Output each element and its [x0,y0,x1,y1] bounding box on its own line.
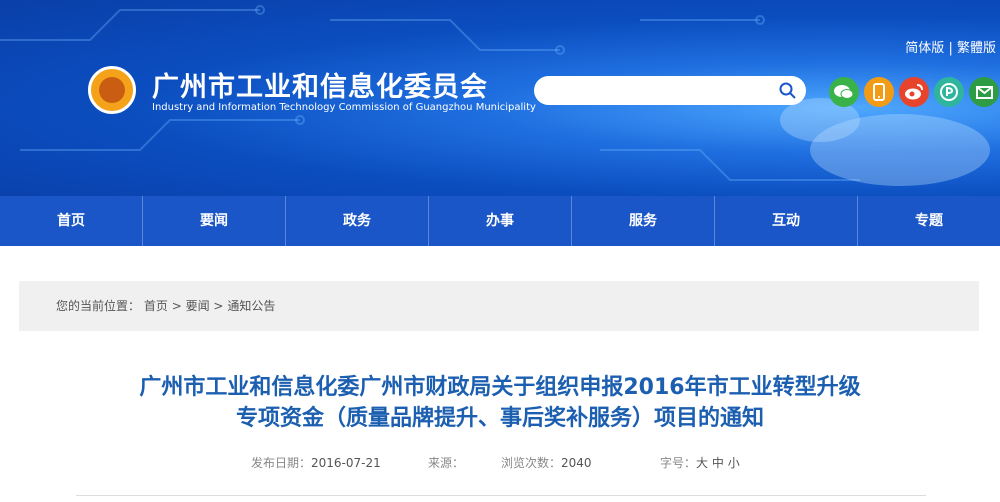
source-label: 来源： [428,456,465,470]
nav-item-services[interactable]: 服务 [572,196,715,246]
lang-simplified-link[interactable]: 简体版 [905,41,944,56]
nav-item-topics[interactable]: 专题 [858,196,1000,246]
font-size-large-link[interactable]: 大 [696,456,708,470]
lang-separator: | [948,41,953,56]
article-title-line-2: 专项资金（质量品牌提升、事后奖补服务）项目的通知 [235,406,764,431]
divider [76,495,926,496]
font-size-medium-link[interactable]: 中 [712,456,724,470]
article-title: 广州市工业和信息化委广州市财政局关于组织申报2016年市工业转型升级 专项资金（… [0,372,1000,434]
breadcrumb-separator: > [171,299,182,313]
view-count-value: 2040 [561,456,592,470]
font-size-switch: 字号：大 中 小 [660,454,740,471]
source: 来源： [428,454,464,471]
wechat-icon[interactable] [829,77,859,107]
font-size-small-link[interactable]: 小 [728,456,740,470]
font-size-label: 字号： [660,456,697,470]
breadcrumb: 您的当前位置： 首页 > 要闻 > 通知公告 [19,281,979,331]
view-count-label: 浏览次数： [501,456,562,470]
breadcrumb-prefix: 您的当前位置： [56,299,141,313]
weibo-icon[interactable] [899,77,929,107]
language-switch: 简体版 | 繁體版 [905,37,996,56]
search-box [534,76,806,105]
site-logo[interactable] [88,66,136,114]
article-title-line-1: 广州市工业和信息化委广州市财政局关于组织申报2016年市工业转型升级 [139,375,861,400]
breadcrumb-item-home[interactable]: 首页 [144,299,168,313]
share-icon[interactable] [934,77,964,107]
main-nav: 首页 要闻 政务 办事 服务 互动 专题 [0,196,1000,246]
nav-item-home[interactable]: 首页 [0,196,143,246]
site-title: 广州市工业和信息化委员会 [152,72,488,103]
publish-date: 发布日期：2016-07-21 [251,454,381,471]
nav-item-government-affairs[interactable]: 政务 [286,196,429,246]
site-header: 简体版 | 繁體版 广州市工业和信息化委员会 Industry and Info… [0,0,1000,196]
search-icon[interactable] [779,82,796,99]
breadcrumb-item-news[interactable]: 要闻 [186,299,210,313]
mail-icon[interactable] [969,77,999,107]
lang-traditional-link[interactable]: 繁體版 [957,41,996,56]
publish-date-value: 2016-07-21 [311,456,381,470]
view-count: 浏览次数：2040 [501,454,592,471]
breadcrumb-item-notices[interactable]: 通知公告 [227,299,275,313]
mobile-icon[interactable] [864,77,894,107]
site-subtitle: Industry and Information Technology Comm… [152,102,536,113]
nav-item-news[interactable]: 要闻 [143,196,286,246]
breadcrumb-separator: > [213,299,224,313]
search-input[interactable] [548,82,772,101]
nav-item-interaction[interactable]: 互动 [715,196,858,246]
nav-item-services-handling[interactable]: 办事 [429,196,572,246]
publish-date-label: 发布日期： [251,456,312,470]
